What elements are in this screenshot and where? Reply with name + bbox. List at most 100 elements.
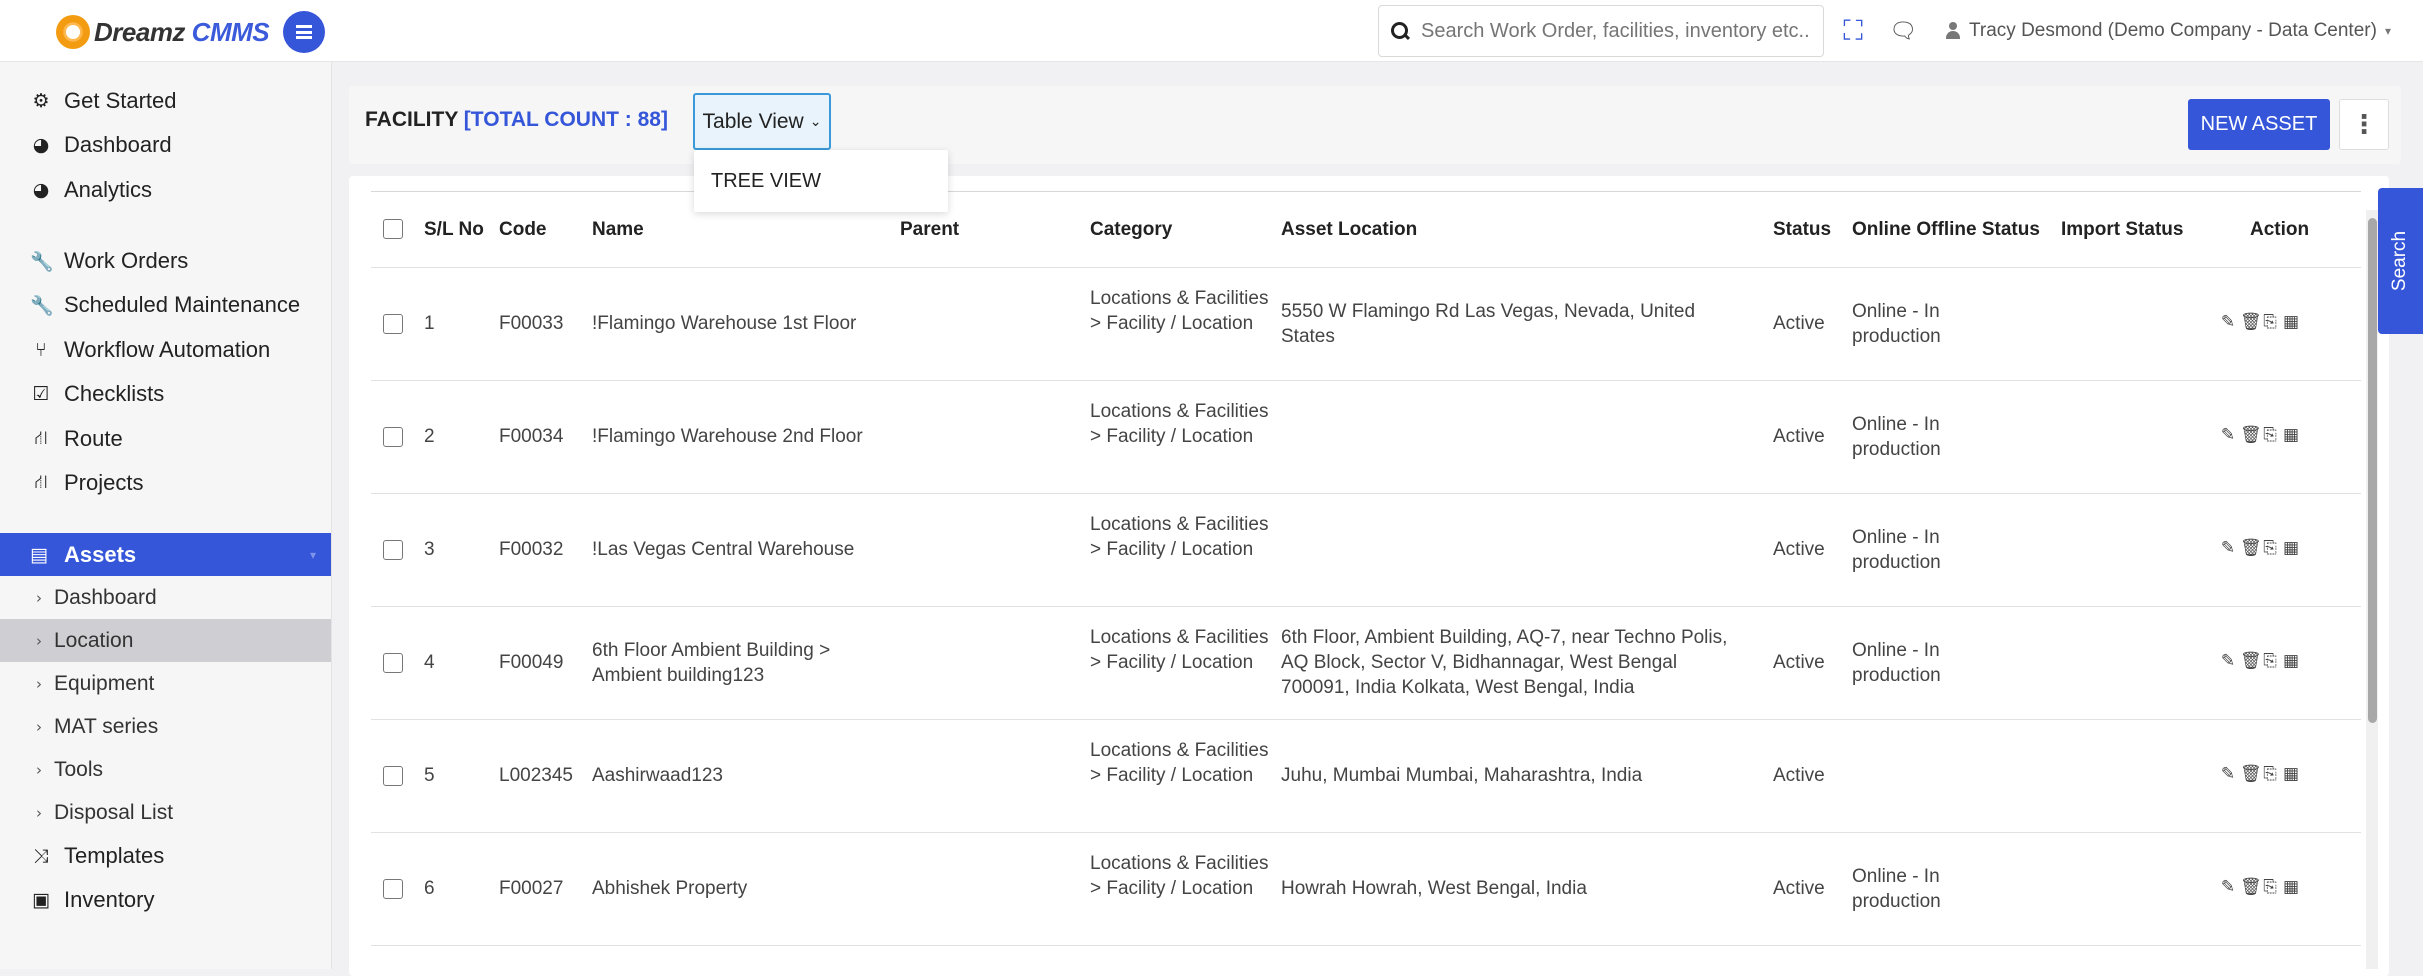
column-header[interactable]: Code (499, 219, 547, 241)
sidebar-item-get-started[interactable]: ⚙ Get Started (30, 81, 177, 121)
sidebar-item-projects[interactable]: ⛙ Projects (30, 463, 143, 503)
more-options-icon[interactable]: ⋮ (2339, 99, 2389, 150)
table-row[interactable]: 5 L002345 Aashirwaad123 Locations & Faci… (371, 720, 2361, 833)
cell-sl: 3 (424, 539, 435, 560)
cell-name: !Flamingo Warehouse 1st Floor (592, 313, 857, 334)
delete-icon[interactable]: 🗑 (2240, 764, 2262, 784)
column-header[interactable]: Parent (900, 219, 959, 241)
qr-code-icon[interactable]: ▦ (2282, 425, 2300, 445)
sidebar-subitem-dashboard[interactable]: › Dashboard (0, 576, 331, 619)
table-row[interactable]: 1 F00033 !Flamingo Warehouse 1st Floor L… (371, 268, 2361, 381)
sidebar-item-dashboard[interactable]: ◕ Dashboard (30, 125, 172, 165)
sidebar-subitem-mat-series[interactable]: › MAT series (0, 705, 331, 748)
row-checkbox[interactable] (383, 766, 403, 786)
column-header[interactable]: Online Offline Status (1852, 219, 2040, 241)
edit-icon[interactable]: ✎ (2219, 764, 2237, 784)
sidebar-subitem-equipment[interactable]: › Equipment (0, 662, 331, 705)
logo[interactable]: Dreamz CMMS (56, 15, 270, 49)
view-select[interactable]: Table View ⌄ (693, 93, 831, 150)
table-row[interactable]: 4 F00049 6th Floor Ambient Building > Am… (371, 607, 2361, 720)
chevron-right-icon: › (36, 674, 42, 693)
select-all-checkbox[interactable] (383, 219, 403, 239)
menu-toggle-button[interactable] (283, 11, 325, 53)
sidebar-item-label: Checklists (64, 381, 165, 406)
scan-icon[interactable]: ⛶ (1836, 14, 1870, 48)
chat-icon[interactable]: 🗨 (1886, 14, 1920, 48)
table-row[interactable]: 6 F00027 Abhishek Property Locations & F… (371, 833, 2361, 946)
row-actions: ✎ 🗑 ⎘ ▦ (2219, 312, 2300, 332)
analytics-icon: ◕ (32, 179, 50, 201)
cell-name: !Flamingo Warehouse 2nd Floor (592, 426, 863, 447)
copy-icon[interactable]: ⎘ (2261, 651, 2279, 671)
copy-icon[interactable]: ⎘ (2261, 764, 2279, 784)
column-header[interactable]: Category (1090, 219, 1172, 241)
copy-icon[interactable]: ⎘ (2261, 877, 2279, 897)
qr-code-icon[interactable]: ▦ (2282, 312, 2300, 332)
qr-code-icon[interactable]: ▦ (2282, 651, 2300, 671)
column-header[interactable]: Action (2250, 219, 2309, 241)
column-header[interactable]: Status (1773, 219, 1831, 241)
qr-code-icon[interactable]: ▦ (2282, 764, 2300, 784)
view-dropdown-option-tree-view[interactable]: TREE VIEW (694, 150, 948, 212)
row-checkbox[interactable] (383, 879, 403, 899)
cell-category: Locations & Facilities > Facility / Loca… (1090, 853, 1269, 899)
logo-suffix: CMMS (191, 16, 270, 47)
search-input[interactable] (1421, 19, 1811, 43)
column-header[interactable]: Import Status (2061, 219, 2183, 241)
sidebar-item-workflow-automation[interactable]: ⑂ Workflow Automation (30, 330, 270, 370)
column-header[interactable]: Asset Location (1281, 219, 1417, 241)
sidebar-subitem-location[interactable]: › Location (0, 619, 331, 662)
table-scrollbar-thumb[interactable] (2368, 218, 2377, 723)
edit-icon[interactable]: ✎ (2219, 651, 2237, 671)
page-title: FACILITY [TOTAL COUNT : 88] (365, 108, 668, 132)
delete-icon[interactable]: 🗑 (2240, 425, 2262, 445)
user-menu[interactable]: Tracy Desmond (Demo Company - Data Cente… (1945, 12, 2391, 50)
briefcase-icon: ▣ (32, 889, 50, 911)
global-search[interactable] (1378, 5, 1824, 57)
row-checkbox[interactable] (383, 427, 403, 447)
cell-name: Abhishek Property (592, 878, 748, 899)
cell-status: Active (1773, 765, 1825, 786)
cell-category: Locations & Facilities > Facility / Loca… (1090, 288, 1269, 334)
sidebar-item-analytics[interactable]: ◕ Analytics (30, 170, 152, 210)
edit-icon[interactable]: ✎ (2219, 425, 2237, 445)
sidebar-subitem-tools[interactable]: › Tools (0, 748, 331, 791)
row-actions: ✎ 🗑 ⎘ ▦ (2219, 651, 2300, 671)
row-checkbox[interactable] (383, 314, 403, 334)
edit-icon[interactable]: ✎ (2219, 877, 2237, 897)
delete-icon[interactable]: 🗑 (2240, 877, 2262, 897)
row-checkbox[interactable] (383, 540, 403, 560)
copy-icon[interactable]: ⎘ (2261, 538, 2279, 558)
copy-icon[interactable]: ⎘ (2261, 312, 2279, 332)
logo-gear-icon (56, 15, 90, 49)
edit-icon[interactable]: ✎ (2219, 538, 2237, 558)
delete-icon[interactable]: 🗑 (2240, 312, 2262, 332)
sidebar-item-templates[interactable]: ⤨ Templates (30, 836, 164, 876)
table-row[interactable]: 3 F00032 !Las Vegas Central Warehouse Lo… (371, 494, 2361, 607)
table-row[interactable]: 2 F00034 !Flamingo Warehouse 2nd Floor L… (371, 381, 2361, 494)
delete-icon[interactable]: 🗑 (2240, 538, 2262, 558)
sidebar-subitem-disposal-list[interactable]: › Disposal List (0, 791, 331, 834)
delete-icon[interactable]: 🗑 (2240, 651, 2262, 671)
sidebar-item-work-orders[interactable]: 🔧 Work Orders (30, 241, 188, 281)
column-header[interactable]: Name (592, 219, 644, 241)
sidebar-item-assets[interactable]: ▤ Assets ▾ (0, 533, 331, 576)
sidebar-item-label: Get Started (64, 88, 177, 113)
row-actions: ✎ 🗑 ⎘ ▦ (2219, 764, 2300, 784)
copy-icon[interactable]: ⎘ (2261, 425, 2279, 445)
sidebar-item-scheduled-maintenance[interactable]: 🔧 Scheduled Maintenance (30, 285, 300, 325)
column-header[interactable]: S/L No (424, 219, 484, 241)
side-search-label: Search (2389, 230, 2411, 292)
edit-icon[interactable]: ✎ (2219, 312, 2237, 332)
qr-code-icon[interactable]: ▦ (2282, 877, 2300, 897)
dashboard-icon: ◕ (32, 134, 50, 156)
side-search-tab[interactable]: Search (2378, 188, 2423, 334)
sidebar-item-inventory[interactable]: ▣ Inventory (30, 880, 154, 920)
sidebar-item-checklists[interactable]: ☑ Checklists (30, 374, 164, 414)
page-header: FACILITY [TOTAL COUNT : 88] Table View ⌄ … (349, 86, 2401, 164)
row-checkbox[interactable] (383, 653, 403, 673)
chevron-right-icon: › (36, 803, 42, 822)
sidebar-item-route[interactable]: ⛙ Route (30, 419, 122, 459)
new-asset-button[interactable]: NEW ASSET (2188, 99, 2330, 150)
qr-code-icon[interactable]: ▦ (2282, 538, 2300, 558)
